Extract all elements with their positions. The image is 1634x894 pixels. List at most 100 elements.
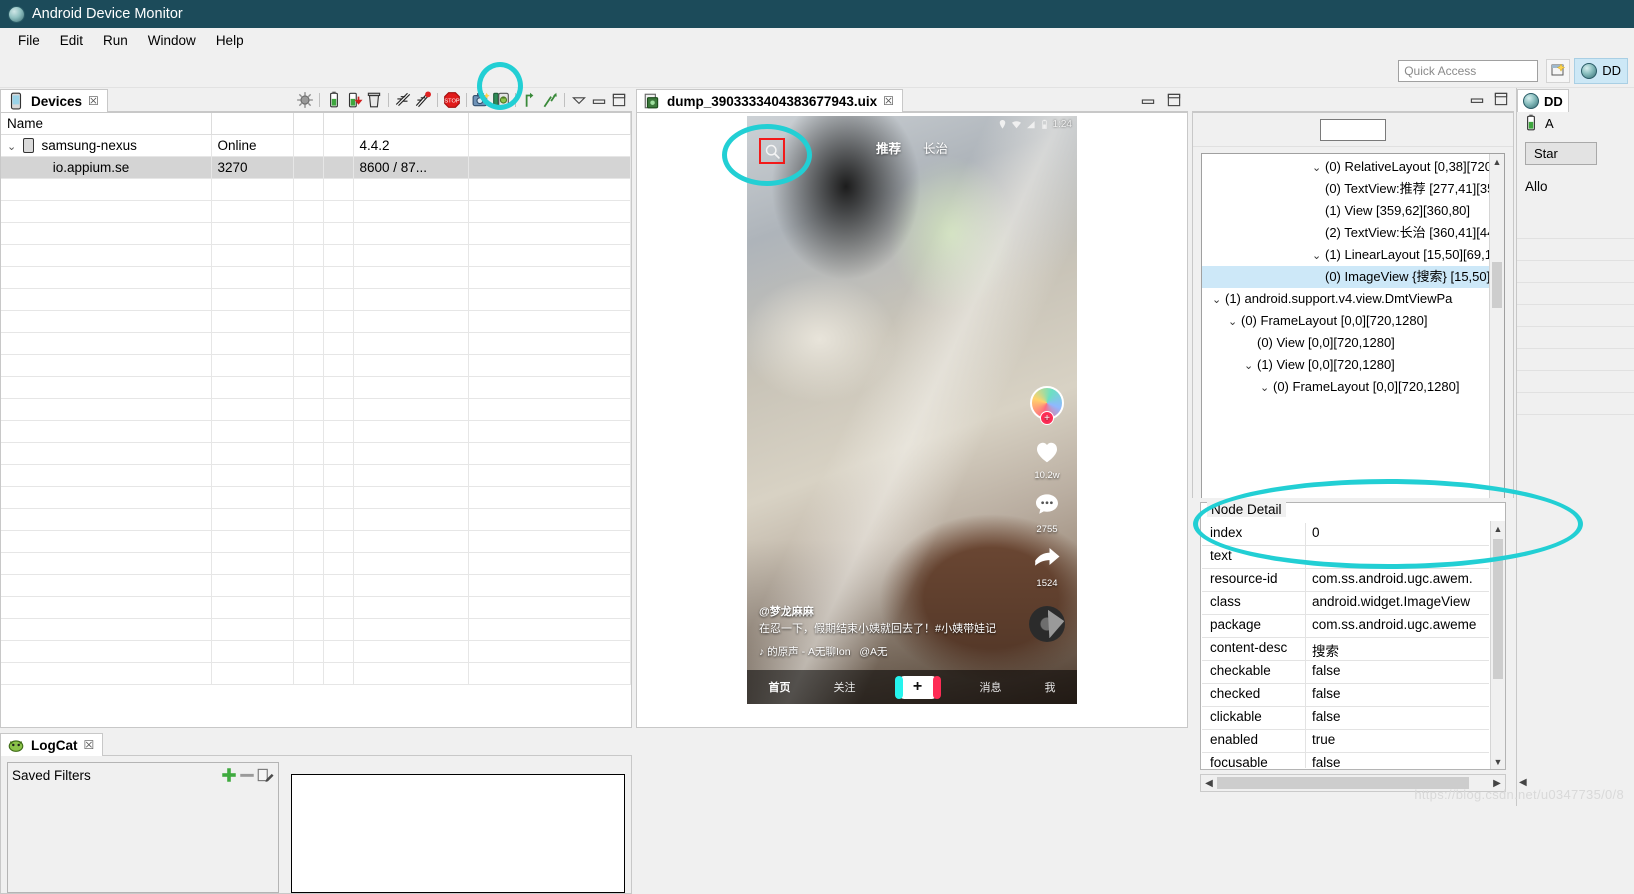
start-tracking-button[interactable]: Star: [1525, 142, 1597, 165]
reset-adb-icon[interactable]: [521, 91, 539, 109]
tree-node[interactable]: ⌄ (0) FrameLayout [0,0][720,1280]: [1202, 376, 1489, 398]
tree-node[interactable]: ⌄ (0) FrameLayout [0,0][720,1280]: [1202, 310, 1489, 332]
table-row[interactable]: [1, 442, 631, 465]
nav-me[interactable]: 我: [1045, 679, 1056, 695]
table-row[interactable]: [1, 332, 631, 355]
maximize-icon[interactable]: [1492, 90, 1510, 108]
scroll-thumb[interactable]: [1493, 539, 1503, 679]
node-detail-row[interactable]: class android.widget.ImageView: [1202, 592, 1489, 615]
table-row[interactable]: [1, 662, 631, 685]
device-name-cell[interactable]: ⌄ samsung-nexus: [1, 134, 212, 157]
tree-node[interactable]: (0) TextView:推荐 [277,41][35: [1202, 178, 1489, 200]
table-row[interactable]: [1, 266, 631, 289]
plus-icon[interactable]: [220, 766, 238, 784]
caption-username[interactable]: @梦龙麻麻: [759, 604, 1007, 621]
tree-node[interactable]: ⌄ (1) android.support.v4.view.DmtViewPa: [1202, 288, 1489, 310]
heart-icon[interactable]: [1032, 436, 1062, 466]
close-icon[interactable]: ☒: [88, 94, 99, 108]
chevron-down-icon[interactable]: ⌄: [1244, 355, 1257, 376]
process-name-cell[interactable]: io.appium.se: [1, 156, 212, 179]
tree-node[interactable]: (2) TextView:长治 [360,41][44: [1202, 222, 1489, 244]
maximize-icon[interactable]: [1165, 91, 1183, 109]
dump-view-hierarchy-icon[interactable]: [492, 91, 510, 109]
perspective-tab-ddms[interactable]: DD: [1574, 57, 1628, 84]
node-detail-row[interactable]: package com.ss.android.ugc.aweme: [1202, 615, 1489, 638]
caption-music[interactable]: ♪ 的原声 - A无聊Ion @A无: [759, 644, 1007, 660]
tab-ddms[interactable]: DD: [1517, 89, 1569, 112]
tree-node[interactable]: ⌄ (1) View [0,0][720,1280]: [1202, 354, 1489, 376]
node-detail-row[interactable]: resource-id com.ss.android.ugc.awem.: [1202, 569, 1489, 592]
table-row[interactable]: [1, 640, 631, 663]
node-detail-row[interactable]: focusable false: [1202, 753, 1489, 768]
table-row[interactable]: [1, 288, 631, 311]
table-row[interactable]: [1, 178, 631, 201]
tab-uix-dump[interactable]: dump_3903333404383677943.uix ☒: [636, 89, 903, 112]
share-icon[interactable]: [1032, 544, 1062, 574]
music-disc-icon[interactable]: [1029, 606, 1065, 642]
chevron-down-icon[interactable]: ▼: [1491, 754, 1505, 769]
scroll-thumb[interactable]: [1492, 262, 1502, 308]
screen-capture-icon[interactable]: [472, 91, 490, 109]
quick-access-input[interactable]: Quick Access: [1398, 59, 1539, 82]
column-2[interactable]: [211, 113, 294, 135]
menu-help[interactable]: Help: [206, 31, 254, 50]
system-information-icon[interactable]: [541, 91, 559, 109]
table-row[interactable]: [1, 618, 631, 641]
phone-search-button-highlight[interactable]: [759, 138, 785, 164]
table-row[interactable]: [1, 552, 631, 575]
avatar[interactable]: +: [1030, 386, 1064, 425]
comment-icon[interactable]: [1032, 490, 1062, 520]
close-icon[interactable]: ☒: [84, 738, 95, 752]
chevron-down-icon[interactable]: ⌄: [1212, 289, 1225, 310]
view-menu-icon[interactable]: [570, 91, 588, 109]
node-detail-row[interactable]: clickable false: [1202, 707, 1489, 730]
table-row[interactable]: [1, 464, 631, 487]
column-5[interactable]: [353, 113, 469, 135]
nav-create-button[interactable]: +: [894, 675, 941, 699]
table-row[interactable]: [1, 310, 631, 333]
menu-file[interactable]: File: [8, 31, 50, 50]
maximize-icon[interactable]: [610, 91, 628, 109]
node-detail-vertical-scrollbar[interactable]: ▲ ▼: [1490, 521, 1505, 769]
cause-gc-icon[interactable]: [365, 91, 383, 109]
table-row[interactable]: [1, 398, 631, 421]
follow-button[interactable]: +: [1040, 411, 1054, 425]
tree-search-input[interactable]: [1320, 118, 1386, 141]
column-6[interactable]: [468, 113, 631, 135]
tree-node-selected[interactable]: (0) ImageView {搜索} [15,50][(: [1202, 266, 1489, 288]
close-icon[interactable]: ☒: [883, 94, 894, 108]
column-3[interactable]: [293, 113, 324, 135]
chevron-down-icon[interactable]: ⌄: [1228, 311, 1241, 332]
node-detail-row[interactable]: text: [1202, 546, 1489, 569]
column-name[interactable]: Name: [1, 113, 212, 135]
tab-logcat[interactable]: LogCat ☒: [0, 733, 104, 756]
nav-following[interactable]: 关注: [834, 679, 856, 695]
minimize-icon[interactable]: [590, 91, 608, 109]
minimize-icon[interactable]: [1139, 91, 1157, 109]
logcat-search-field[interactable]: [291, 774, 625, 893]
minimize-icon[interactable]: [1468, 90, 1486, 108]
nav-messages[interactable]: 消息: [980, 679, 1002, 695]
node-detail-row[interactable]: index 0: [1202, 523, 1489, 546]
node-detail-row[interactable]: enabled true: [1202, 730, 1489, 753]
table-row[interactable]: [1, 354, 631, 377]
node-detail-row[interactable]: checked false: [1202, 684, 1489, 707]
stop-process-icon[interactable]: STOP: [443, 91, 461, 109]
tree-node[interactable]: ⌄(1) LinearLayout [15,50][69,104]: [1202, 244, 1489, 266]
table-row[interactable]: [1, 376, 631, 399]
tree-node[interactable]: (1) View [359,62][360,80]: [1202, 200, 1489, 222]
new-perspective-icon[interactable]: [1546, 58, 1571, 83]
table-row[interactable]: [1, 244, 631, 267]
heap-sub-tab[interactable]: A: [1517, 112, 1634, 134]
table-row[interactable]: io.appium.se 3270 8600 / 87...: [1, 156, 631, 179]
table-row[interactable]: [1, 200, 631, 223]
menu-run[interactable]: Run: [93, 31, 138, 50]
node-detail-row[interactable]: content-desc 搜索: [1202, 638, 1489, 661]
table-row[interactable]: [1, 596, 631, 619]
dump-hprof-icon[interactable]: [345, 91, 363, 109]
nav-home[interactable]: 首页: [769, 679, 791, 695]
menu-window[interactable]: Window: [138, 31, 206, 50]
column-4[interactable]: [323, 113, 354, 135]
table-row[interactable]: [1, 486, 631, 509]
table-row[interactable]: [1, 530, 631, 553]
